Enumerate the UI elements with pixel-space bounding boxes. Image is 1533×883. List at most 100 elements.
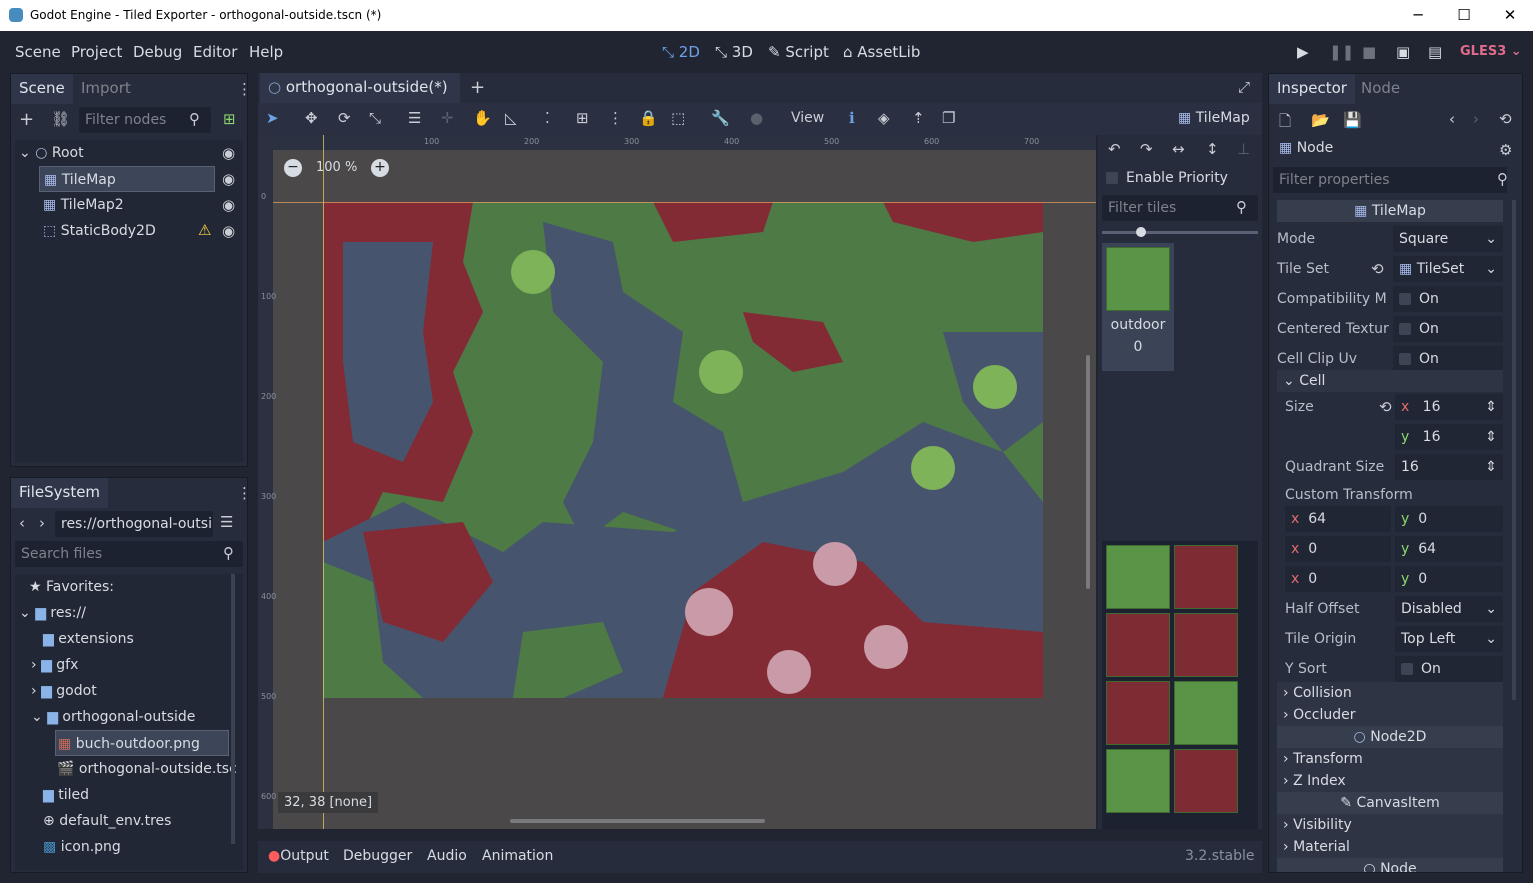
history-back-icon[interactable]: ‹ [1449, 110, 1455, 128]
clip-checkbox[interactable]: On [1393, 346, 1503, 372]
group-icon[interactable]: ⬚ [671, 109, 685, 127]
group-zindex[interactable]: › Z Index [1277, 770, 1503, 792]
zoom-level[interactable]: 100 % [316, 160, 357, 175]
link-icon[interactable]: ⛓ [51, 110, 70, 128]
enable-priority-checkbox[interactable]: Enable Priority [1106, 165, 1228, 191]
ct-field[interactable]: y 64 [1395, 536, 1503, 562]
group-occluder[interactable]: › Occluder [1277, 704, 1503, 726]
split-view-icon[interactable]: ☰ [220, 513, 233, 531]
ysort-checkbox[interactable]: On [1395, 656, 1503, 682]
flip-vertical-icon[interactable]: ↕ [1206, 140, 1219, 158]
play-custom-icon[interactable]: ▤ [1428, 43, 1442, 61]
menu-project[interactable]: Project [71, 43, 122, 61]
canvas-viewport[interactable]: 100 200 300 400 500 600 700 0 100 200 30… [258, 135, 1096, 829]
tile-item[interactable] [1174, 749, 1238, 813]
group-visibility[interactable]: › Visibility [1277, 814, 1503, 836]
tile-item[interactable] [1106, 545, 1170, 609]
tile-origin-select[interactable]: Top Left ⌄ [1395, 626, 1503, 652]
visibility-eye-icon[interactable]: ◉ [222, 196, 235, 214]
new-scene-tab-icon[interactable]: + [470, 77, 485, 98]
visibility-eye-icon[interactable]: ◉ [222, 170, 235, 188]
menu-help[interactable]: Help [249, 43, 283, 61]
tab-import[interactable]: Import [73, 74, 139, 104]
group-transform[interactable]: › Transform [1277, 748, 1503, 770]
tab-inspector[interactable]: Inspector [1269, 74, 1355, 104]
tree-item-root[interactable]: ⌄ ○ Root [19, 140, 239, 166]
zoom-out-button[interactable]: − [284, 159, 302, 177]
menu-debug[interactable]: Debug [133, 43, 182, 61]
file-item-gfx[interactable]: › ▆ gfx [31, 652, 78, 678]
compat-checkbox[interactable]: On [1393, 286, 1503, 312]
vertical-scrollbar[interactable] [1086, 355, 1090, 589]
warning-icon[interactable]: ⚠ [198, 221, 211, 239]
renderer-select[interactable]: GLES3 ⌄ [1460, 44, 1522, 59]
forward-icon[interactable]: › [39, 514, 45, 532]
file-item-default-env[interactable]: ⊕ default_env.tres [43, 808, 171, 834]
filter-properties-input[interactable]: Filter properties [1273, 167, 1507, 193]
pan-mode-icon[interactable]: ✋ [473, 109, 492, 127]
play-icon[interactable]: ▶ [1297, 43, 1309, 61]
inspector-scrollbar[interactable] [1512, 200, 1516, 700]
revert-icon[interactable]: ⟲ [1379, 398, 1392, 416]
size-x-field[interactable]: x 16 ⇕ [1395, 394, 1503, 420]
file-tree-scrollbar[interactable] [231, 574, 235, 844]
group-collision[interactable]: › Collision [1277, 682, 1503, 704]
workspace-2d-button[interactable]: ⤡ 2D [662, 43, 700, 61]
tile-zoom-handle[interactable] [1136, 227, 1146, 237]
size-y-field[interactable]: y 16 ⇕ [1395, 424, 1503, 450]
workspace-assetlib-button[interactable]: ⌂ AssetLib [843, 43, 920, 61]
search-files-input[interactable]: Search files [15, 541, 243, 567]
ruler-mode-icon[interactable]: ◺ [505, 109, 517, 127]
ct-field[interactable]: x 0 [1285, 536, 1391, 562]
tile-item[interactable] [1106, 613, 1170, 677]
new-resource-icon[interactable]: 🗋 [1279, 111, 1291, 136]
clear-transform-icon[interactable]: ⊥ [1237, 140, 1250, 158]
tab-debugger[interactable]: Debugger [343, 848, 412, 864]
tileset-item[interactable]: outdoor 0 [1102, 243, 1174, 371]
pin-icon[interactable]: ⇡ [912, 109, 925, 127]
history-icon[interactable]: ⟲ [1499, 110, 1512, 128]
skeleton-icon[interactable]: 🔧 [711, 109, 730, 127]
tile-item[interactable] [1106, 681, 1170, 745]
rotate-left-icon[interactable]: ↶ [1108, 140, 1121, 158]
ct-field[interactable]: x 0 [1285, 566, 1391, 592]
ct-field[interactable]: y 0 [1395, 506, 1503, 532]
copy-icon[interactable]: ❐ [942, 109, 955, 127]
tab-animation[interactable]: Animation [482, 848, 553, 864]
add-node-icon[interactable]: + [19, 109, 34, 130]
path-field[interactable]: res://orthogonal-outsi [55, 511, 213, 537]
visibility-eye-icon[interactable]: ◉ [222, 222, 235, 240]
rotate-mode-icon[interactable]: ⟳ [338, 109, 351, 127]
instance-scene-icon[interactable]: ⊞ [223, 110, 236, 128]
inspected-object[interactable]: ▦ Node [1279, 140, 1333, 156]
workspace-3d-button[interactable]: ⤡ 3D [715, 43, 753, 61]
tileset-resource[interactable]: ▦ TileSet ⌄ [1393, 256, 1503, 282]
centered-checkbox[interactable]: On [1393, 316, 1503, 342]
mode-select[interactable]: Square ⌄ [1393, 226, 1503, 252]
tile-item[interactable] [1174, 681, 1238, 745]
group-cell[interactable]: ⌄ Cell [1277, 370, 1503, 392]
file-item-icon-png[interactable]: ▩ icon.png [43, 834, 121, 860]
tab-filesystem[interactable]: FileSystem [11, 478, 109, 508]
scale-mode-icon[interactable]: ⤡ [369, 109, 381, 127]
view-menu[interactable]: View [791, 110, 824, 126]
workspace-script-button[interactable]: ✎ Script [768, 43, 829, 61]
tile-item[interactable] [1174, 545, 1238, 609]
back-icon[interactable]: ‹ [19, 514, 25, 532]
maximize-button[interactable]: ☐ [1441, 0, 1487, 31]
group-material[interactable]: › Material [1277, 836, 1503, 858]
dock-menu-icon[interactable]: ⋮ [237, 80, 252, 98]
file-item-orthogonal-tscn[interactable]: 🎬 orthogonal-outside.tsc [57, 756, 237, 782]
file-item-extensions[interactable]: ▆ extensions [43, 626, 134, 652]
dock-menu-icon[interactable]: ⋮ [237, 484, 252, 502]
pivot-icon[interactable]: ✛ [441, 109, 454, 127]
info-icon[interactable]: ℹ [849, 109, 855, 127]
tree-item-staticbody2d[interactable]: ⬚ StaticBody2D [43, 218, 156, 244]
smart-snap-icon[interactable]: ⁚ [545, 109, 550, 127]
ct-field[interactable]: y 0 [1395, 566, 1503, 592]
move-mode-icon[interactable]: ✥ [305, 109, 318, 127]
tab-audio[interactable]: Audio [427, 848, 467, 864]
object-properties-icon[interactable]: ⚙ [1499, 141, 1512, 159]
tile-item[interactable] [1106, 749, 1170, 813]
ct-field[interactable]: x 64 [1285, 506, 1391, 532]
